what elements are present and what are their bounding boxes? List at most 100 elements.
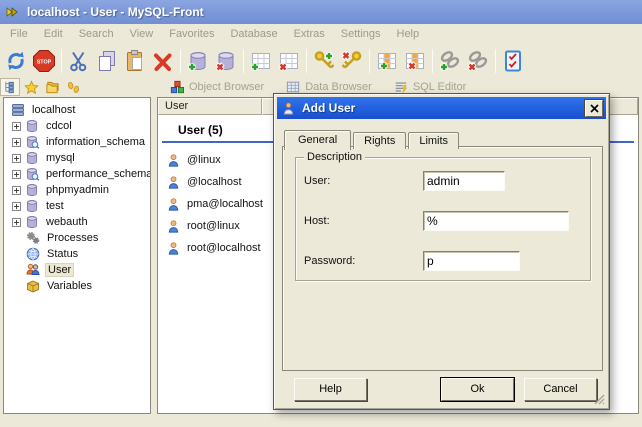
database-tree: localhost cdcol information_schema mysql	[3, 97, 151, 414]
footprints-icon[interactable]	[63, 78, 83, 96]
remove-key-icon[interactable]	[338, 47, 366, 75]
user-icon	[166, 197, 181, 212]
tab-rights[interactable]: Rights	[353, 132, 406, 149]
add-table-icon[interactable]	[247, 47, 275, 75]
tree-item-status[interactable]: Status	[4, 246, 150, 262]
list-item-label: @linux	[187, 154, 221, 166]
ok-button[interactable]: Ok	[441, 378, 514, 401]
data-browser-icon	[286, 80, 300, 94]
tree-item-label: mysql	[44, 152, 77, 164]
favorites-star-icon[interactable]	[21, 78, 41, 96]
menu-favorites[interactable]: Favorites	[161, 26, 222, 42]
expand-icon[interactable]	[12, 202, 21, 211]
menu-extras[interactable]: Extras	[286, 26, 333, 42]
toolbar-separator	[180, 49, 181, 73]
menu-file[interactable]: File	[2, 26, 36, 42]
toolbar-separator	[369, 49, 370, 73]
expand-icon[interactable]	[12, 170, 21, 179]
tab-data-browser[interactable]: Data Browser	[286, 80, 372, 94]
host-field[interactable]	[423, 211, 569, 231]
globe-icon	[25, 246, 41, 262]
tab-general[interactable]: General	[284, 130, 351, 150]
cancel-button[interactable]: Cancel	[524, 378, 597, 401]
tab-sql-editor[interactable]: SQL Editor	[394, 80, 466, 94]
add-link-icon[interactable]	[436, 47, 464, 75]
tree-item-localhost[interactable]: localhost	[4, 102, 150, 118]
tab-object-browser[interactable]: Object Browser	[170, 80, 264, 94]
user-icon	[166, 153, 181, 168]
list-item-label: root@localhost	[187, 242, 261, 254]
database-icon	[24, 182, 40, 198]
list-item-label: root@linux	[187, 220, 240, 232]
object-browser-icon	[170, 80, 184, 94]
window-titlebar: localhost - User - MySQL-Front	[0, 0, 642, 24]
dialog-tabs: General Rights Limits	[284, 130, 461, 149]
tree-item-processes[interactable]: Processes	[4, 230, 150, 246]
database-icon	[24, 150, 40, 166]
window-bottom-margin	[0, 414, 642, 427]
remove-table-icon[interactable]	[275, 47, 303, 75]
tree-item-information-schema[interactable]: information_schema	[4, 134, 150, 150]
help-button[interactable]: Help	[294, 378, 367, 401]
description-groupbox: Description User: Host: Password:	[295, 157, 591, 281]
tree-item-label: webauth	[44, 216, 90, 228]
database-search-icon	[24, 134, 40, 150]
cut-icon[interactable]	[65, 47, 93, 75]
expand-icon[interactable]	[12, 218, 21, 227]
add-database-icon[interactable]	[184, 47, 212, 75]
tree-item-mysql[interactable]: mysql	[4, 150, 150, 166]
tree-item-test[interactable]: test	[4, 198, 150, 214]
tree-item-user[interactable]: User	[4, 262, 150, 278]
tab-limits[interactable]: Limits	[408, 132, 459, 149]
dialog-user-icon	[281, 101, 296, 116]
tree-item-label: phpmyadmin	[44, 184, 111, 196]
tab-object-browser-label: Object Browser	[189, 81, 264, 93]
tree-item-label: performance_schema	[44, 168, 151, 180]
menu-edit[interactable]: Edit	[36, 26, 71, 42]
password-field[interactable]	[423, 251, 520, 271]
stop-icon[interactable]: STOP	[30, 47, 58, 75]
sql-check-icon[interactable]	[499, 47, 527, 75]
user-field-label: User:	[304, 175, 423, 187]
user-icon	[166, 241, 181, 256]
delete-icon[interactable]	[149, 47, 177, 75]
host-field-label: Host:	[304, 215, 423, 227]
menu-settings[interactable]: Settings	[333, 26, 389, 42]
folders-icon[interactable]	[42, 78, 62, 96]
refresh-icon[interactable]	[2, 47, 30, 75]
window-title: localhost - User - MySQL-Front	[27, 5, 204, 19]
expand-icon[interactable]	[12, 154, 21, 163]
user-field[interactable]	[423, 171, 505, 191]
tree-view-icon[interactable]	[0, 78, 20, 96]
expand-icon[interactable]	[12, 138, 21, 147]
tree-item-cdcol[interactable]: cdcol	[4, 118, 150, 134]
tab-sql-editor-label: SQL Editor	[413, 81, 466, 93]
menu-help[interactable]: Help	[389, 26, 428, 42]
resize-grip-icon[interactable]	[593, 393, 605, 405]
database-icon	[24, 214, 40, 230]
add-field-icon[interactable]	[373, 47, 401, 75]
tree-item-webauth[interactable]: webauth	[4, 214, 150, 230]
tree-item-variables[interactable]: Variables	[4, 278, 150, 294]
tree-item-label: test	[44, 200, 66, 212]
menu-search[interactable]: Search	[71, 26, 122, 42]
paste-icon[interactable]	[121, 47, 149, 75]
expand-icon[interactable]	[12, 186, 21, 195]
column-header-user[interactable]: User	[158, 98, 262, 115]
tree-item-phpmyadmin[interactable]: phpmyadmin	[4, 182, 150, 198]
password-field-row: Password:	[304, 251, 520, 271]
remove-database-icon[interactable]	[212, 47, 240, 75]
menu-database[interactable]: Database	[222, 26, 285, 42]
copy-icon[interactable]	[93, 47, 121, 75]
add-key-icon[interactable]	[310, 47, 338, 75]
tree-item-performance-schema[interactable]: performance_schema	[4, 166, 150, 182]
expand-icon[interactable]	[12, 122, 21, 131]
remove-field-icon[interactable]	[401, 47, 429, 75]
dialog-titlebar: Add User	[277, 97, 606, 119]
password-field-label: Password:	[304, 255, 423, 267]
tab-data-browser-label: Data Browser	[305, 81, 372, 93]
menu-view[interactable]: View	[122, 26, 162, 42]
close-icon[interactable]	[585, 100, 603, 117]
remove-link-icon[interactable]	[464, 47, 492, 75]
host-field-row: Host:	[304, 211, 569, 231]
